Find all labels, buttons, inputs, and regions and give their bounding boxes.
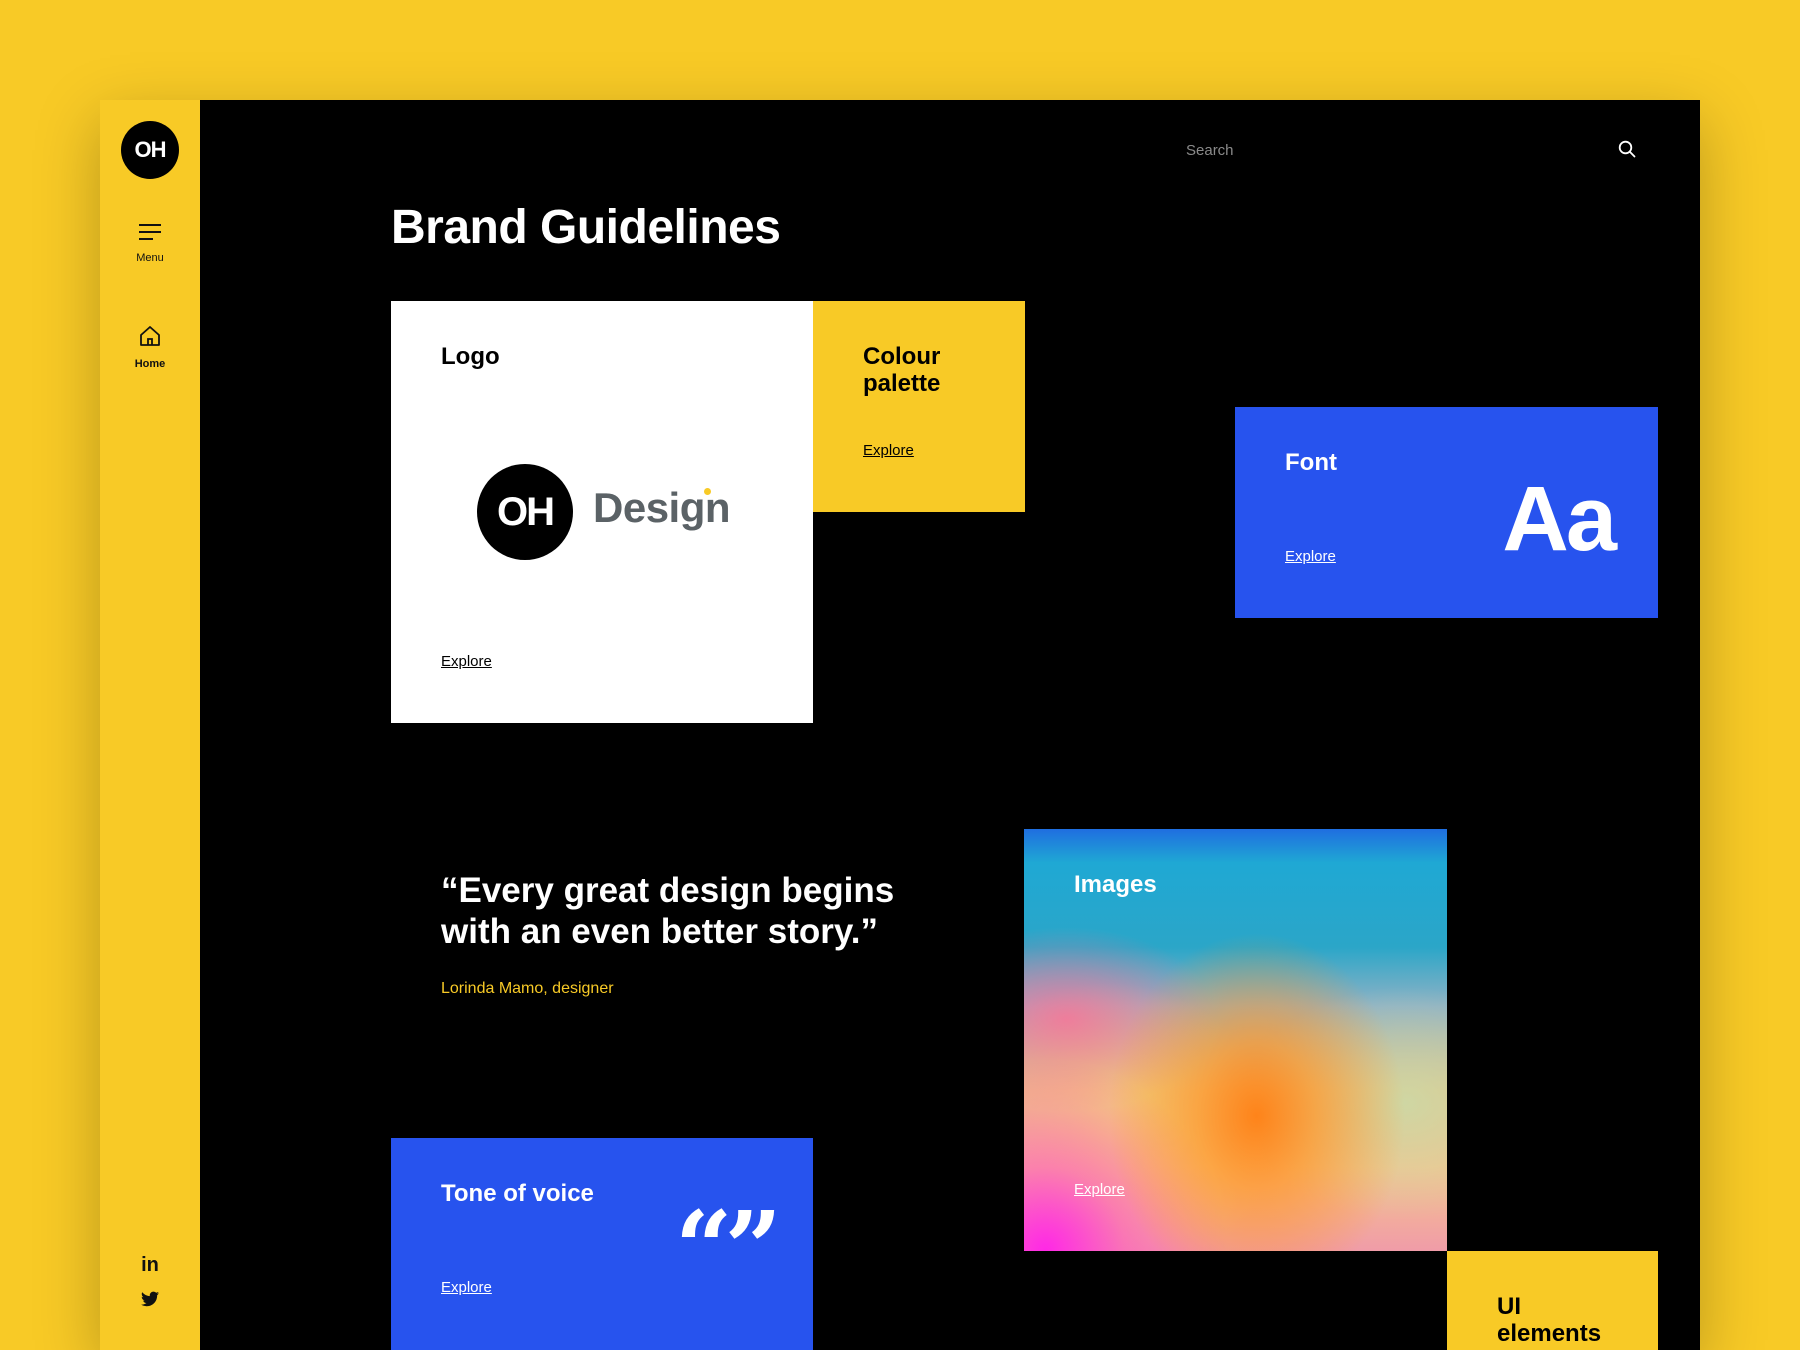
linkedin-icon[interactable]: in — [100, 1254, 200, 1277]
images-card[interactable]: Images Explore — [1024, 829, 1447, 1251]
ui-elements-card[interactable]: UI elements — [1447, 1251, 1658, 1350]
featured-quote: “Every great design begins with an even … — [441, 871, 895, 951]
home-label: Home — [134, 358, 166, 370]
sidebar-item-home[interactable]: Home — [100, 324, 200, 370]
twitter-icon[interactable] — [100, 1291, 200, 1312]
page-title: Brand Guidelines — [391, 201, 781, 254]
search-input[interactable]: Search — [1186, 142, 1234, 159]
quotation-marks-icon: “” — [675, 1189, 782, 1307]
tone-explore-link[interactable]: Explore — [441, 1279, 492, 1296]
tone-card-title: Tone of voice — [441, 1180, 594, 1207]
quote-author: Lorinda Mamo, designer — [441, 980, 614, 997]
logo-card[interactable]: Logo OH Design Explore — [391, 301, 813, 723]
menu-label: Menu — [136, 252, 164, 264]
font-sample-glyph: Aa — [1502, 468, 1617, 570]
app-window: OH Menu Home in Search Brand Guidelines … — [100, 100, 1700, 1350]
ui-card-title: UI elements — [1497, 1293, 1602, 1347]
tone-of-voice-card[interactable]: Tone of voice “” Explore — [391, 1138, 813, 1350]
font-card[interactable]: Font Aa Explore — [1235, 407, 1658, 618]
images-card-title: Images — [1074, 871, 1157, 898]
search-icon[interactable] — [1618, 140, 1636, 158]
home-icon — [140, 326, 160, 346]
brand-logo[interactable]: OH — [121, 121, 179, 179]
logo-card-title: Logo — [441, 343, 500, 370]
colour-explore-link[interactable]: Explore — [863, 442, 914, 459]
oh-logo-mark: OH — [477, 464, 573, 560]
font-explore-link[interactable]: Explore — [1285, 548, 1336, 565]
logo-dot-icon — [704, 488, 711, 495]
logo-explore-link[interactable]: Explore — [441, 653, 492, 670]
font-card-title: Font — [1285, 449, 1337, 476]
menu-icon — [139, 224, 161, 240]
sidebar: OH Menu Home in — [100, 100, 200, 1350]
images-explore-link[interactable]: Explore — [1074, 1181, 1125, 1198]
colour-card-title: Colour palette — [863, 343, 941, 397]
colour-palette-card[interactable]: Colour palette Explore — [813, 301, 1025, 512]
menu-button[interactable]: Menu — [100, 222, 200, 264]
